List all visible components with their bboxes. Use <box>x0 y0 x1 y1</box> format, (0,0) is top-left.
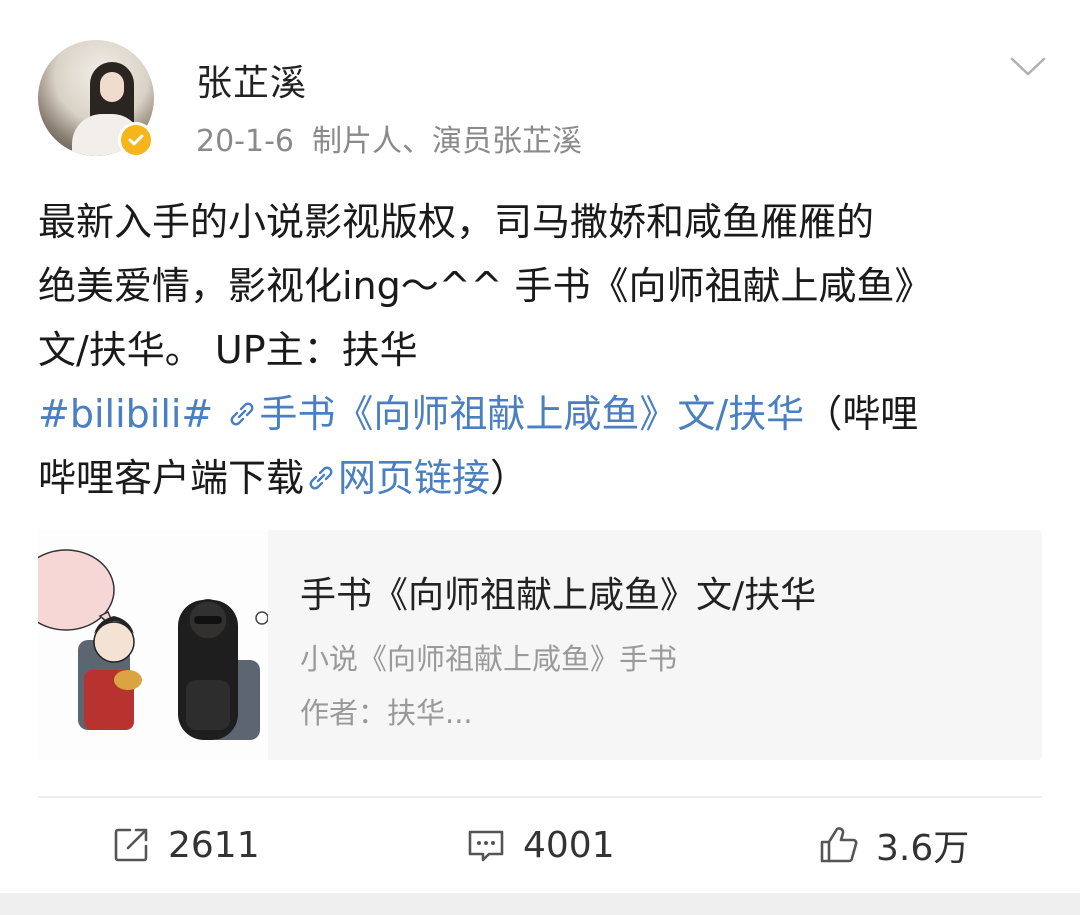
like-button[interactable]: 3.6万 <box>818 805 969 885</box>
post-text-line3: 文/扶华。 UP主：扶华 <box>38 328 418 372</box>
repost-icon <box>114 828 148 862</box>
paren-open-text: （哔哩 <box>804 392 919 436</box>
footer-bar <box>0 893 1080 915</box>
post-meta: 20-1-6 制片人、演员张芷溪 <box>196 116 582 160</box>
post-source: 制片人、演员张芷溪 <box>312 124 582 159</box>
author-name[interactable]: 张芷溪 <box>196 54 307 106</box>
repost-count: 2611 <box>168 824 260 866</box>
video-link[interactable]: 手书《向师祖献上咸鱼》文/扶华 <box>259 392 804 436</box>
comment-button[interactable]: 4001 <box>465 805 615 885</box>
link-icon <box>230 402 254 426</box>
thumbnail-illustration <box>38 549 269 740</box>
paren-text-line2: 哔哩客户端下载 <box>38 456 305 500</box>
card-thumbnail <box>38 530 269 760</box>
card-subtitle: 小说《向师祖献上咸鱼》手书 <box>300 642 678 676</box>
post-date: 20-1-6 <box>196 124 294 159</box>
web-link[interactable]: 网页链接 <box>338 456 490 500</box>
repost-button[interactable]: 2611 <box>110 805 260 885</box>
post-header: 张芷溪 20-1-6 制片人、演员张芷溪 <box>0 0 1080 180</box>
verified-badge-icon <box>118 122 154 158</box>
card-title: 手书《向师祖献上咸鱼》文/扶华 <box>300 575 817 616</box>
card-author: 作者：扶华... <box>300 696 473 730</box>
comment-count: 4001 <box>523 824 615 866</box>
post-text-line2: 绝美爱情，影视化ing～^^ 手书《向师祖献上咸鱼》 <box>38 264 933 308</box>
action-bar: 2611 4001 3.6万 <box>0 805 1080 885</box>
post-body: 最新入手的小说影视版权，司马撒娇和咸鱼雁雁的绝美爱情，影视化ing～^^ 手书《… <box>38 190 1048 510</box>
divider <box>38 796 1042 798</box>
hashtag-link[interactable]: #bilibili# <box>38 392 213 436</box>
chevron-down-icon[interactable] <box>1008 54 1048 80</box>
thumbs-up-icon <box>820 827 858 863</box>
link-icon <box>309 466 333 490</box>
link-card[interactable]: 手书《向师祖献上咸鱼》文/扶华 小说《向师祖献上咸鱼》手书 作者：扶华... <box>38 530 1042 760</box>
avatar-face <box>100 72 124 102</box>
comment-icon <box>468 830 504 862</box>
like-count: 3.6万 <box>876 828 970 869</box>
paren-close: ） <box>490 456 529 500</box>
post-text-line1: 最新入手的小说影视版权，司马撒娇和咸鱼雁雁的 <box>38 200 875 244</box>
